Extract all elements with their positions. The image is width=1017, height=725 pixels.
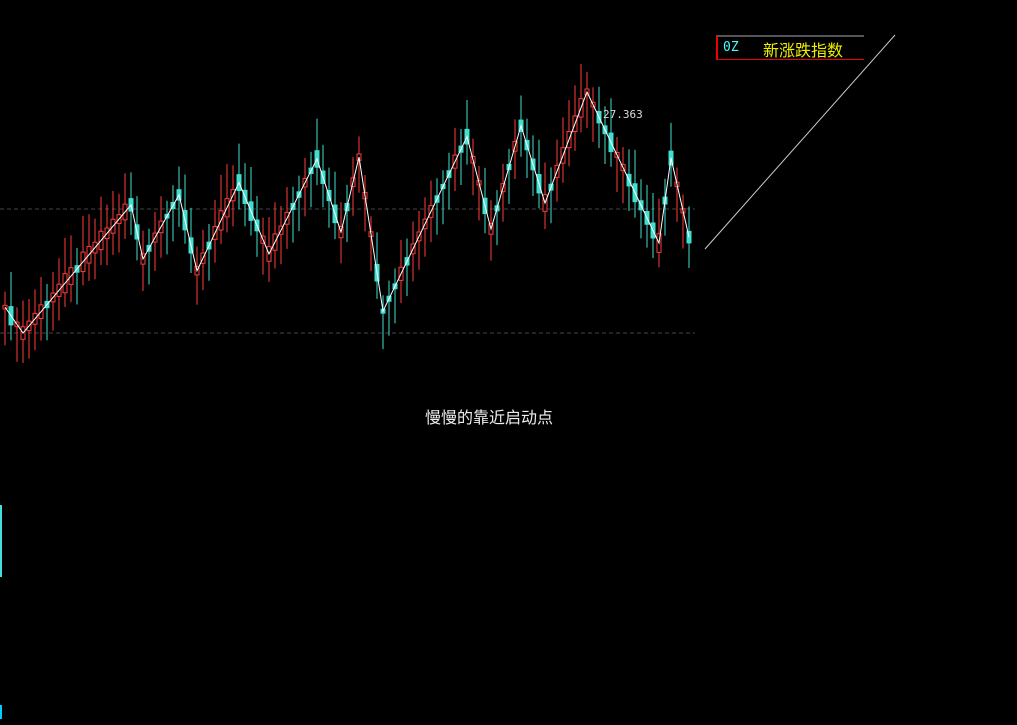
- candlestick-chart: [0, 34, 896, 363]
- left-volume-bar: [0, 705, 2, 719]
- indicator-title-box[interactable]: 0Z 新涨跌指数: [716, 35, 864, 60]
- indicator-name: 新涨跌指数: [763, 41, 844, 60]
- indicator-code: 0Z: [723, 40, 739, 55]
- trend-line: [704, 34, 896, 250]
- annotation-text: 慢慢的靠近启动点: [425, 408, 554, 427]
- left-volume-bar: [0, 505, 2, 577]
- peak-price-label: 27.363: [603, 108, 643, 121]
